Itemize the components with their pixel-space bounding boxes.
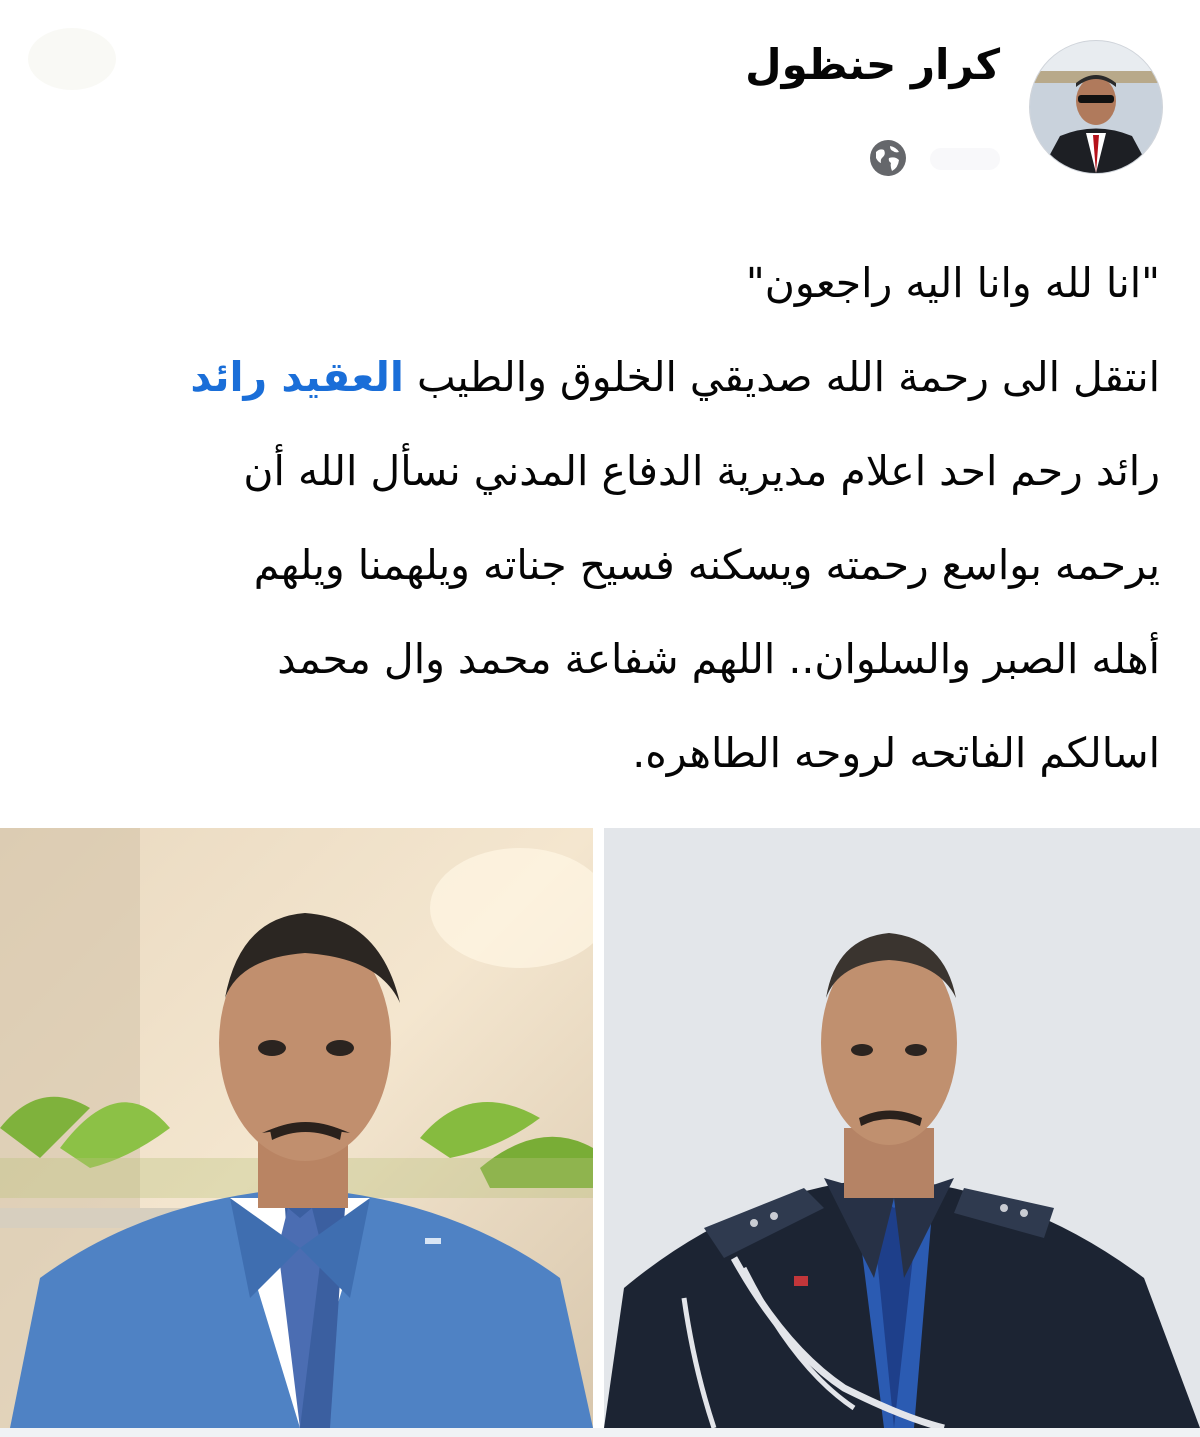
post-line: انتقل الى رحمة الله صديقي الخلوق والطيب … <box>110 330 1160 424</box>
author-name[interactable]: كرار حنظول <box>745 40 1000 89</box>
post-header: كرار حنظول <box>0 0 1200 200</box>
author-avatar[interactable] <box>1029 40 1163 174</box>
post-line: رائد رحم احد اعلام مديرية الدفاع المدني … <box>243 447 1160 495</box>
photo-grid <box>0 828 1200 1428</box>
avatar-image <box>1030 41 1162 173</box>
blurred-area <box>28 28 116 90</box>
photo-man-blue-suit[interactable] <box>0 828 593 1428</box>
post-line-text: انتقل الى رحمة الله صديقي الخلوق والطيب <box>403 353 1160 401</box>
facebook-post: كرار حنظول "انا لله وانا اليه راجعون" ان… <box>0 0 1200 1437</box>
photo-officer-uniform[interactable] <box>604 828 1200 1428</box>
globe-icon[interactable] <box>868 138 908 178</box>
mention-link[interactable]: العقيد رائد <box>190 353 404 401</box>
post-line: يرحمه بواسع رحمته ويسكنه فسيح جناته ويله… <box>253 541 1160 589</box>
post-line: اسالكم الفاتحه لروحه الطاهره. <box>632 729 1160 777</box>
divider <box>0 1428 1200 1437</box>
portrait-image <box>604 828 1200 1428</box>
post-text: "انا لله وانا اليه راجعون" انتقل الى رحم… <box>110 236 1160 800</box>
post-line: أهله الصبر والسلوان.. اللهم شفاعة محمد و… <box>277 635 1160 683</box>
blurred-timestamp <box>930 148 1000 170</box>
portrait-image <box>0 828 593 1428</box>
post-line: "انا لله وانا اليه راجعون" <box>745 259 1160 307</box>
